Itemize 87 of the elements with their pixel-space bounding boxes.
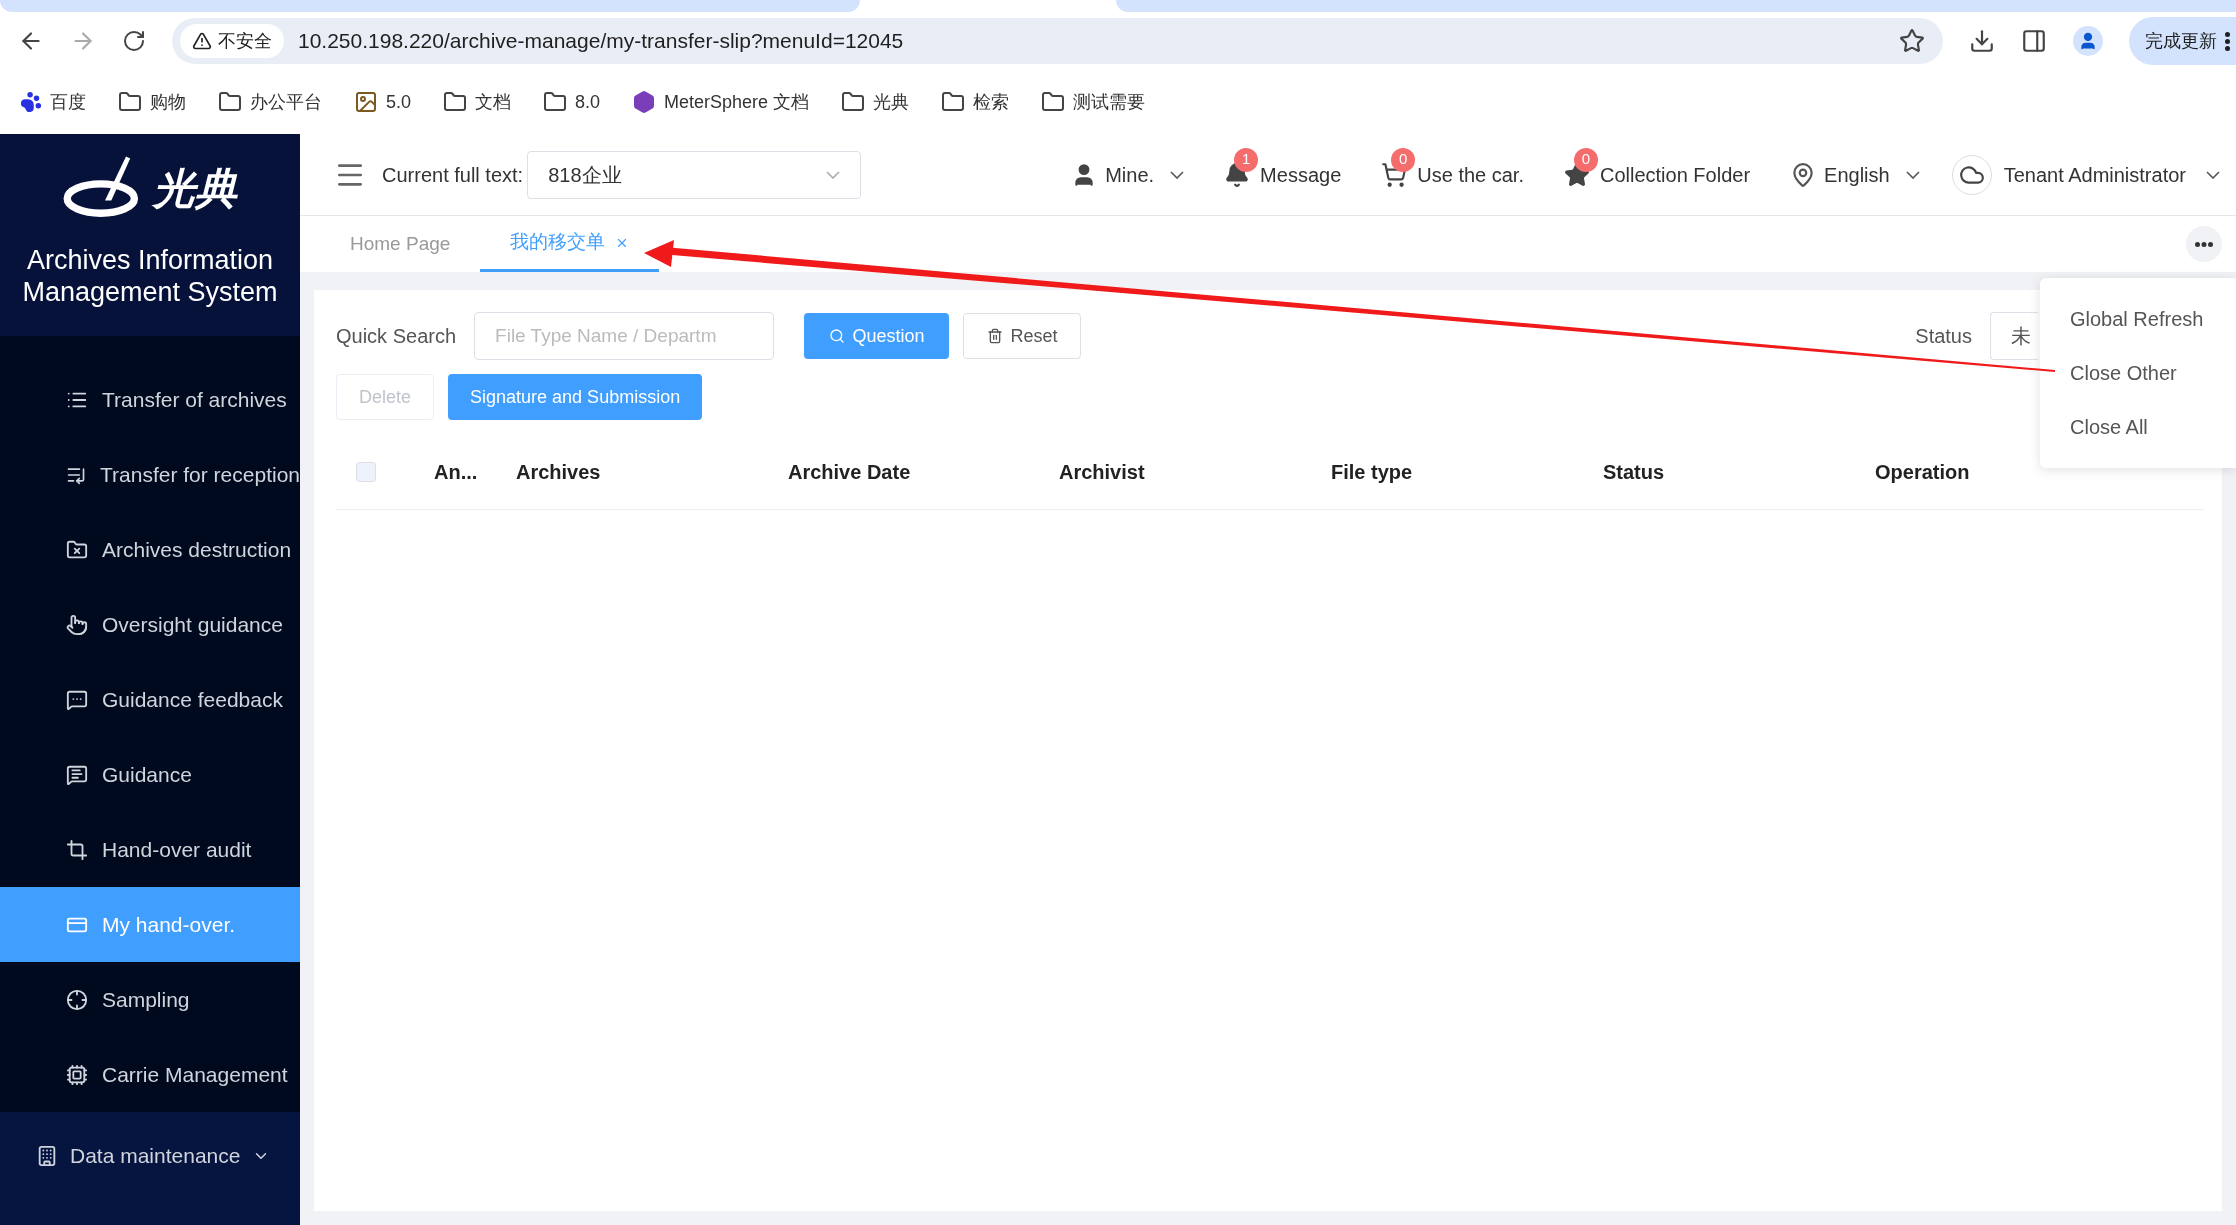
trash-icon <box>986 328 1003 344</box>
column-header: Archivist <box>1059 460 1145 483</box>
hexagon-icon <box>632 90 657 114</box>
profile-avatar[interactable] <box>2073 26 2103 56</box>
bookmark[interactable]: 5.0 <box>354 88 412 116</box>
bookmark[interactable]: 百度 <box>20 88 86 116</box>
menu-item[interactable]: Close All <box>2040 400 2236 454</box>
status-label: Status <box>1915 324 1972 349</box>
crosshair-icon <box>66 988 88 1011</box>
sidebar-item[interactable]: Transfer of archives <box>0 362 300 437</box>
folder-icon <box>941 90 966 114</box>
search-icon <box>828 328 845 344</box>
chevron-icon <box>2206 170 2220 179</box>
reset-button[interactable]: Reset <box>963 313 1082 359</box>
side-panel-icon[interactable] <box>2021 28 2047 54</box>
person-icon <box>2078 31 2098 51</box>
column-header: Archive Date <box>788 460 911 483</box>
image-icon <box>354 90 378 114</box>
security-label: 不安全 <box>218 29 272 53</box>
tenant-menu[interactable]: Tenant Administrator <box>1951 154 2220 195</box>
sidebar-item[interactable]: Guidance feedback <box>0 662 300 737</box>
column-header: File type <box>1331 460 1413 483</box>
logo-text: 光典 <box>153 163 237 214</box>
chevron-icon <box>1905 170 1920 179</box>
bookmark[interactable]: 光典 <box>841 88 910 116</box>
crop-icon <box>66 838 88 861</box>
column-header: Status <box>1603 460 1665 483</box>
sidebar-item[interactable]: Sampling <box>0 962 300 1037</box>
sidebar-item[interactable]: Hand-over audit <box>0 812 300 887</box>
bookmark[interactable]: 测试需要 <box>1041 88 1146 116</box>
system-title: Archives Information Management System <box>21 244 279 308</box>
url-text: 10.250.198.220/archive-manage/my-transfer-slip?menuId=12045 <box>298 28 905 55</box>
more-button[interactable] <box>2186 226 2222 262</box>
language-menu[interactable]: English <box>1790 159 1920 190</box>
full-text-select[interactable]: 818企业 <box>527 150 862 199</box>
chat-icon <box>66 763 88 786</box>
count-badge: 1 <box>1234 147 1259 172</box>
folder-icon <box>443 90 468 114</box>
warning-icon <box>192 31 212 51</box>
bookmark[interactable]: 办公平台 <box>218 88 322 116</box>
folder-icon <box>218 90 242 114</box>
bookmark[interactable]: 文档 <box>443 88 512 116</box>
chip-icon <box>66 1063 88 1086</box>
pointer-icon <box>66 613 88 636</box>
column-header: An... <box>434 460 478 483</box>
column-header: Archives <box>516 460 601 483</box>
sidebar-item[interactable]: Carrie Management <box>0 1037 300 1112</box>
chat-icon <box>66 688 88 711</box>
folder-x-icon <box>66 538 88 561</box>
notice-link[interactable]: 1 Message <box>1224 143 1342 206</box>
download-icon[interactable] <box>1969 28 1995 54</box>
building-icon <box>36 1145 58 1167</box>
paw-icon <box>20 91 42 113</box>
update-button[interactable]: 完成更新 <box>2129 17 2236 65</box>
search-field[interactable]: File Type Name / Departm <box>474 312 775 360</box>
status-select[interactable]: 未 <box>1990 312 2038 360</box>
quick-search-label: Quick Search <box>336 324 457 349</box>
full-text-label: Current full text: <box>382 162 524 188</box>
more-icon <box>2195 241 2213 247</box>
folder-icon <box>841 90 866 114</box>
chevron-icon <box>1170 170 1185 179</box>
sidebar-item[interactable]: Archives destruction <box>0 512 300 587</box>
chevron-icon <box>826 170 841 179</box>
bookmark[interactable]: 8.0 <box>543 88 601 116</box>
bookmark[interactable]: MeterSphere 文档 <box>632 88 810 116</box>
folder-icon <box>118 90 142 114</box>
bookmark[interactable]: 购物 <box>118 88 186 116</box>
column-header: Operation <box>1875 460 1970 483</box>
bookmark-star-icon[interactable] <box>1899 28 1925 54</box>
menu-item[interactable]: Close Other <box>2040 346 2236 400</box>
reload-icon[interactable] <box>122 29 146 53</box>
bookmark[interactable]: 检索 <box>941 88 1010 116</box>
sidebar-item[interactable]: Oversight guidance <box>0 587 300 662</box>
count-badge: 0 <box>1574 147 1598 172</box>
address-bar[interactable]: 不安全 10.250.198.220/archive-manage/my-transfer-slip?menuId=12045 <box>172 18 1943 64</box>
select-all-checkbox[interactable] <box>356 461 376 482</box>
folder-icon <box>1041 90 1066 114</box>
more-icon <box>2225 31 2230 51</box>
menu-item[interactable]: Global Refresh <box>2040 292 2236 346</box>
notice-link[interactable]: 0 Collection Folder <box>1564 143 1751 206</box>
sidebar-item[interactable]: Transfer for reception <box>0 437 300 512</box>
count-badge: 0 <box>1391 147 1416 172</box>
folder-icon <box>543 90 568 114</box>
notice-link[interactable]: 0 Use the car. <box>1381 143 1524 206</box>
security-chip[interactable]: 不安全 <box>180 24 284 58</box>
user-menu[interactable]: Mine. <box>1071 159 1185 190</box>
sidebar-item[interactable]: Guidance <box>0 737 300 812</box>
